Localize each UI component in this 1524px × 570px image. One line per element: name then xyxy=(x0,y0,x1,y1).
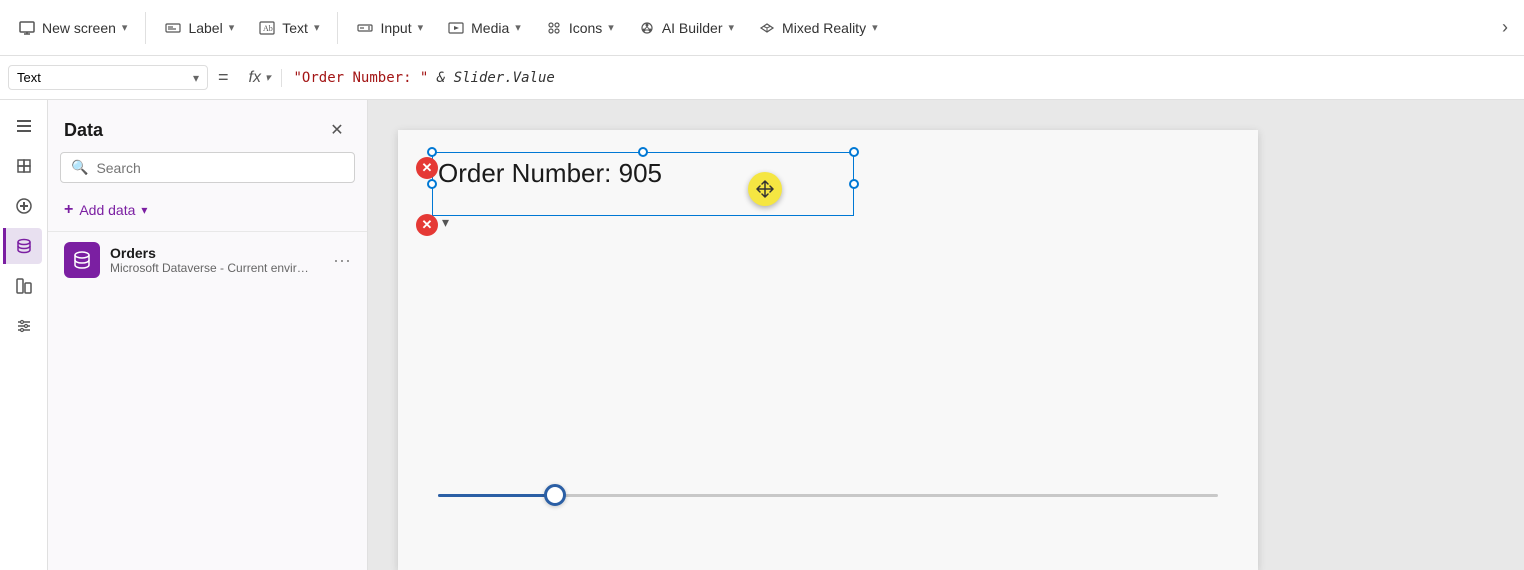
divider-1 xyxy=(145,12,146,44)
add-data-plus-icon: + xyxy=(64,201,73,219)
orders-desc: Microsoft Dataverse - Current environ... xyxy=(110,261,310,275)
chart-icon-btn[interactable] xyxy=(6,268,42,304)
handle-middle-left[interactable] xyxy=(427,179,437,189)
input-button[interactable]: Input ▾ xyxy=(346,13,433,43)
divider-2 xyxy=(337,12,338,44)
formula-bar: Text ▾ = fx ▾ "Order Number: " & Slider.… xyxy=(0,56,1524,100)
media-label: Media xyxy=(471,20,509,36)
error-icon-top[interactable]: ✕ xyxy=(416,157,438,179)
handle-middle-right[interactable] xyxy=(849,179,859,189)
slider-track xyxy=(438,494,1218,497)
mixed-reality-chevron: ▾ xyxy=(872,21,878,34)
fx-chevron: ▾ xyxy=(265,71,271,84)
slider-element[interactable] xyxy=(438,480,1218,510)
search-input[interactable] xyxy=(96,160,344,176)
settings-icon-btn[interactable] xyxy=(6,308,42,344)
data-panel-header: Data ✕ xyxy=(48,100,367,152)
search-box: 🔍 xyxy=(60,152,355,183)
canvas-area: ✕ Order Number: 905 ✕ xyxy=(368,100,1524,570)
label-button[interactable]: Label ▾ xyxy=(154,13,244,43)
canvas-screen[interactable]: ✕ Order Number: 905 ✕ xyxy=(398,130,1258,570)
icons-label: Icons xyxy=(569,20,602,36)
error-icon-bottom[interactable]: ✕ xyxy=(416,214,438,236)
property-selector[interactable]: Text ▾ xyxy=(8,65,208,90)
property-chevron: ▾ xyxy=(193,71,199,85)
main-toolbar: New screen ▾ Label ▾ Ab Text ▾ xyxy=(0,0,1524,56)
input-icon xyxy=(356,19,374,37)
orders-more-button[interactable]: ··· xyxy=(333,250,351,271)
data-panel: Data ✕ 🔍 + Add data ▾ Orders Microsoft D… xyxy=(48,100,368,570)
label-chevron: ▾ xyxy=(229,21,235,34)
new-screen-label: New screen xyxy=(42,20,116,36)
add-data-chevron: ▾ xyxy=(141,203,147,217)
handle-top-middle[interactable] xyxy=(638,147,648,157)
database-icon-btn[interactable] xyxy=(3,228,42,264)
overflow-button[interactable]: › xyxy=(1494,11,1516,44)
slider-filled-track xyxy=(438,494,555,497)
orders-name: Orders xyxy=(110,245,323,261)
data-source-orders[interactable]: Orders Microsoft Dataverse - Current env… xyxy=(48,231,367,288)
text-element-value: Order Number: 905 xyxy=(438,158,662,188)
label-label: Label xyxy=(188,20,222,36)
layers-icon-btn[interactable] xyxy=(6,148,42,184)
media-button[interactable]: Media ▾ xyxy=(437,13,531,43)
text-label: Text xyxy=(282,20,308,36)
mixed-reality-label: Mixed Reality xyxy=(782,20,866,36)
text-button[interactable]: Ab Text ▾ xyxy=(248,13,329,43)
add-data-button[interactable]: + Add data ▾ xyxy=(48,195,367,231)
input-chevron: ▾ xyxy=(418,21,424,34)
orders-info: Orders Microsoft Dataverse - Current env… xyxy=(110,245,323,275)
ai-builder-button[interactable]: AI Builder ▾ xyxy=(628,13,744,43)
handle-top-right[interactable] xyxy=(849,147,859,157)
menu-icon-btn[interactable] xyxy=(6,108,42,144)
screen-icon xyxy=(18,19,36,37)
equals-sign: = xyxy=(208,67,239,88)
fx-button[interactable]: fx ▾ xyxy=(239,69,282,87)
search-icon: 🔍 xyxy=(71,159,88,176)
media-icon xyxy=(447,19,465,37)
element-chevron-button[interactable]: ▾ xyxy=(442,214,449,231)
icons-icon xyxy=(545,19,563,37)
ai-builder-label: AI Builder xyxy=(662,20,723,36)
input-label: Input xyxy=(380,20,411,36)
main-area: Data ✕ 🔍 + Add data ▾ Orders Microsoft D… xyxy=(0,100,1524,570)
add-data-label: Add data xyxy=(79,202,135,218)
svg-text:Ab: Ab xyxy=(263,24,273,33)
icons-chevron: ▾ xyxy=(608,21,614,34)
move-cursor-icon[interactable] xyxy=(748,172,782,206)
sidebar-icons xyxy=(0,100,48,570)
text-icon: Ab xyxy=(258,19,276,37)
text-element[interactable]: Order Number: 905 xyxy=(438,158,848,210)
formula-string: "Order Number: " xyxy=(294,70,429,86)
mixed-reality-button[interactable]: Mixed Reality ▾ xyxy=(748,13,888,43)
icons-button[interactable]: Icons ▾ xyxy=(535,13,624,43)
fx-label: fx xyxy=(249,69,261,87)
mixed-reality-icon xyxy=(758,19,776,37)
ai-builder-chevron: ▾ xyxy=(729,21,735,34)
new-screen-chevron: ▾ xyxy=(122,21,128,34)
formula-code: & Slider.Value xyxy=(428,70,554,86)
formula-input[interactable]: "Order Number: " & Slider.Value xyxy=(282,66,1517,90)
media-chevron: ▾ xyxy=(515,21,521,34)
property-value: Text xyxy=(17,70,41,85)
handle-top-left[interactable] xyxy=(427,147,437,157)
data-panel-close-button[interactable]: ✕ xyxy=(323,116,351,144)
ai-builder-icon xyxy=(638,19,656,37)
add-icon-btn[interactable] xyxy=(6,188,42,224)
text-chevron: ▾ xyxy=(314,21,320,34)
slider-thumb[interactable] xyxy=(544,484,566,506)
label-icon xyxy=(164,19,182,37)
data-panel-title: Data xyxy=(64,120,103,141)
orders-icon xyxy=(64,242,100,278)
new-screen-button[interactable]: New screen ▾ xyxy=(8,13,137,43)
